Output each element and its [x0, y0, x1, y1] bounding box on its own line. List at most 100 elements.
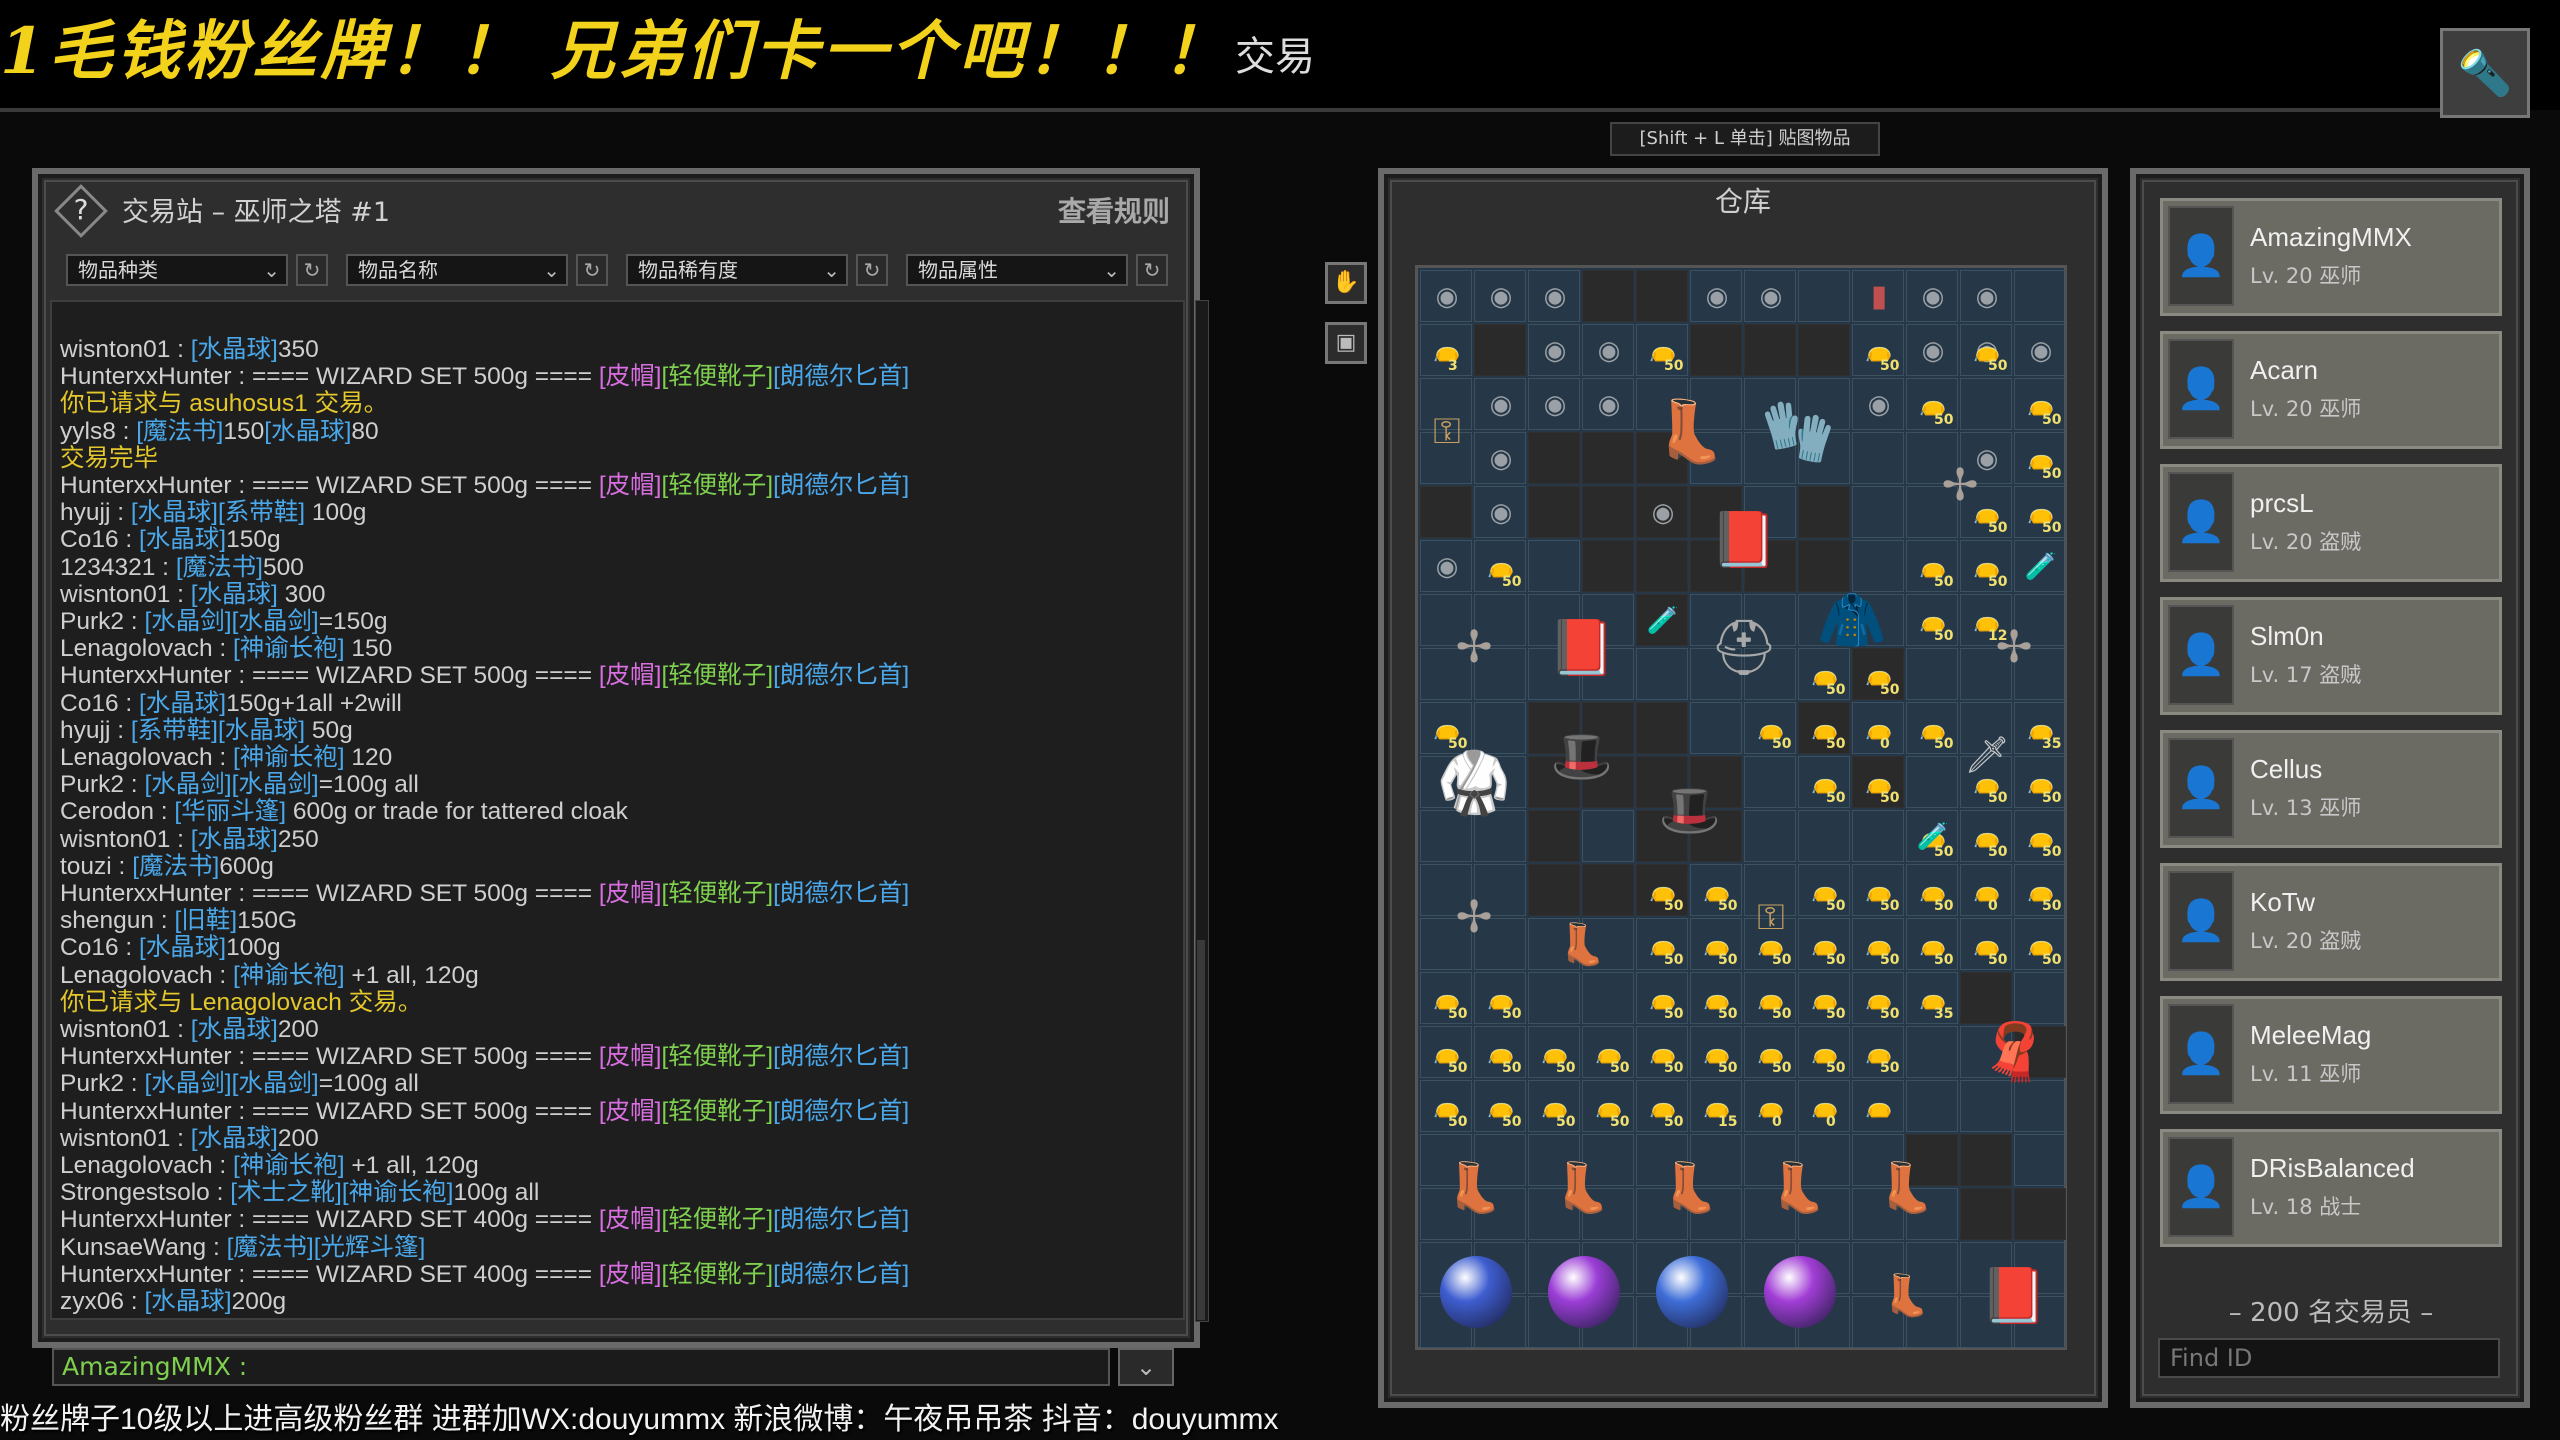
storage-grid[interactable]: ◉ ◉ ◉ ◉ ◉ ◉ ◉ ◉ ◉ ◉ ◉ ◉ ◉ ◉ ◉ ◉ ◉ ◉ ◉ ◉ ◉ 👝 3 👝 50 👝 50 👝 50 👝 50 👝 50 👝 5…: [1415, 265, 2067, 1350]
storage-slot[interactable]: [1690, 324, 1742, 376]
coin-pouch-icon[interactable]: ◉: [1906, 324, 1960, 378]
hand-cursor-icon[interactable]: ✋: [1325, 262, 1367, 304]
item-link[interactable]: [魔法书]: [227, 1234, 314, 1261]
coin-pouch-icon[interactable]: ◉: [1528, 378, 1582, 432]
reset-item-type-button[interactable]: ↻: [296, 254, 328, 286]
item-link[interactable]: [朗德尔匕首]: [773, 662, 909, 689]
spellbook-icon[interactable]: 📕: [1960, 1242, 2068, 1350]
filter-item-rarity[interactable]: 物品稀有度 ⌄: [626, 254, 848, 286]
coin-pouch-icon[interactable]: ◉: [1474, 432, 1528, 486]
gold-bag-icon[interactable]: 👝: [1960, 864, 2014, 918]
coin-pouch-icon[interactable]: ◉: [2014, 324, 2068, 378]
item-link[interactable]: [皮帽]: [599, 1098, 662, 1125]
storage-slot[interactable]: [1852, 486, 1904, 538]
storage-slot[interactable]: [1690, 702, 1742, 754]
storage-slot[interactable]: [1474, 324, 1526, 376]
item-link[interactable]: [轻便靴子]: [661, 472, 773, 499]
item-link[interactable]: [神谕长袍]: [233, 1152, 345, 1179]
item-link[interactable]: [水晶球]: [264, 418, 351, 445]
red-gloves-icon[interactable]: 🧤: [1744, 378, 1852, 486]
item-link[interactable]: [水晶球]: [139, 690, 226, 717]
item-link[interactable]: [轻便靴子]: [661, 363, 773, 390]
reset-item-attribute-button[interactable]: ↻: [1136, 254, 1168, 286]
item-link[interactable]: [魔法书]: [136, 418, 223, 445]
crossbow-icon[interactable]: ✢: [1906, 432, 2014, 540]
item-link[interactable]: [水晶球]: [191, 826, 278, 853]
item-link[interactable]: [水晶球]: [139, 934, 226, 961]
storage-slot[interactable]: [1636, 540, 1688, 592]
tunic-icon[interactable]: 🥋: [1420, 702, 1528, 864]
item-link[interactable]: [水晶剑]: [232, 1070, 319, 1097]
storage-slot[interactable]: [1906, 1080, 1958, 1132]
trade-chat-log[interactable]: wisnton01 : [水晶球]350 HunterxxHunter : ===…: [50, 300, 1185, 1320]
storage-slot[interactable]: [1960, 1134, 2012, 1186]
item-link[interactable]: [轻便靴子]: [661, 880, 773, 907]
crossbow-icon[interactable]: ✢: [1420, 594, 1528, 702]
item-link[interactable]: [轻便靴子]: [661, 662, 773, 689]
item-link[interactable]: [皮帽]: [599, 880, 662, 907]
item-link[interactable]: [水晶球]: [139, 526, 226, 553]
storage-slot[interactable]: [1798, 270, 1850, 322]
item-link[interactable]: [术士之靴]: [230, 1179, 342, 1206]
storage-slot[interactable]: [1744, 810, 1796, 862]
storage-slot[interactable]: [2014, 270, 2066, 322]
coin-pouch-icon[interactable]: ◉: [1744, 270, 1798, 324]
item-link[interactable]: [朗德尔匕首]: [773, 1043, 909, 1070]
storage-slot[interactable]: [1744, 756, 1796, 808]
coin-pouch-icon[interactable]: ◉: [1474, 378, 1528, 432]
crystal-ball-icon[interactable]: [1656, 1256, 1728, 1328]
view-rules-button[interactable]: 查看规则: [1058, 190, 1170, 230]
storage-slot[interactable]: [1906, 648, 1958, 700]
storage-slot[interactable]: [1420, 486, 1472, 538]
item-link[interactable]: [水晶剑]: [144, 608, 231, 635]
storage-slot[interactable]: [1582, 864, 1634, 916]
storage-slot[interactable]: [1528, 864, 1580, 916]
item-link[interactable]: [水晶剑]: [144, 771, 231, 798]
red-boots-icon[interactable]: 👢: [1636, 378, 1744, 486]
item-link[interactable]: [水晶球]: [144, 1288, 231, 1315]
reset-item-rarity-button[interactable]: ↻: [856, 254, 888, 286]
coin-pouch-icon[interactable]: ◉: [1582, 324, 1636, 378]
storage-slot[interactable]: [1906, 756, 1958, 808]
knight-helm-icon[interactable]: ⛑: [1690, 594, 1798, 702]
help-icon[interactable]: ?: [62, 190, 100, 230]
item-link[interactable]: [水晶球]: [218, 717, 305, 744]
item-link[interactable]: [朗德尔匕首]: [773, 472, 909, 499]
leather-boots-icon[interactable]: 👢: [1420, 1134, 1528, 1242]
item-link[interactable]: [旧鞋]: [174, 907, 237, 934]
leather-boots-icon[interactable]: 👢: [1528, 1134, 1636, 1242]
storage-slot[interactable]: [1528, 540, 1580, 592]
wizard-hat-icon[interactable]: 🎩: [1636, 756, 1744, 864]
coin-pouch-icon[interactable]: ◉: [1528, 324, 1582, 378]
storage-slot[interactable]: [1582, 972, 1634, 1024]
item-link[interactable]: [系带鞋]: [131, 717, 218, 744]
potion-icon[interactable]: 🧪: [1636, 594, 1690, 648]
coin-pouch-icon[interactable]: ◉: [1474, 270, 1528, 324]
storage-slot[interactable]: [1960, 378, 2012, 430]
key-icon[interactable]: ⚿: [1420, 378, 1474, 486]
item-link[interactable]: [轻便靴子]: [661, 1043, 773, 1070]
item-link[interactable]: [水晶球]: [191, 581, 278, 608]
gold-bag-icon[interactable]: 👝: [1798, 1080, 1852, 1134]
item-link[interactable]: [神谕长袍]: [233, 744, 345, 771]
storage-slot[interactable]: [1636, 270, 1688, 322]
cloak-icon[interactable]: 🧥: [1798, 540, 1906, 702]
storage-slot[interactable]: [1528, 972, 1580, 1024]
crossbow-icon[interactable]: ✢: [1960, 594, 2068, 702]
gold-bag-icon[interactable]: 👝: [1420, 324, 1474, 378]
item-link[interactable]: [水晶球]: [191, 1016, 278, 1043]
item-link[interactable]: [华丽斗篷]: [174, 798, 286, 825]
item-link[interactable]: [皮帽]: [599, 472, 662, 499]
item-link[interactable]: [轻便靴子]: [661, 1206, 773, 1233]
item-link[interactable]: [朗德尔匕首]: [773, 1206, 909, 1233]
gold-bag-icon[interactable]: 👝: [1852, 702, 1906, 756]
leather-boots-icon[interactable]: 👢: [1852, 1134, 1960, 1242]
item-link[interactable]: [神谕长袍]: [233, 962, 345, 989]
item-link[interactable]: [系带鞋]: [218, 499, 305, 526]
coin-pouch-icon[interactable]: ◉: [1420, 270, 1474, 324]
coin-pouch-icon[interactable]: ◉: [1906, 270, 1960, 324]
storage-slot[interactable]: [1960, 1188, 2012, 1240]
item-link[interactable]: [水晶球]: [131, 499, 218, 526]
item-link[interactable]: [轻便靴子]: [661, 1098, 773, 1125]
item-link[interactable]: [水晶剑]: [232, 771, 319, 798]
